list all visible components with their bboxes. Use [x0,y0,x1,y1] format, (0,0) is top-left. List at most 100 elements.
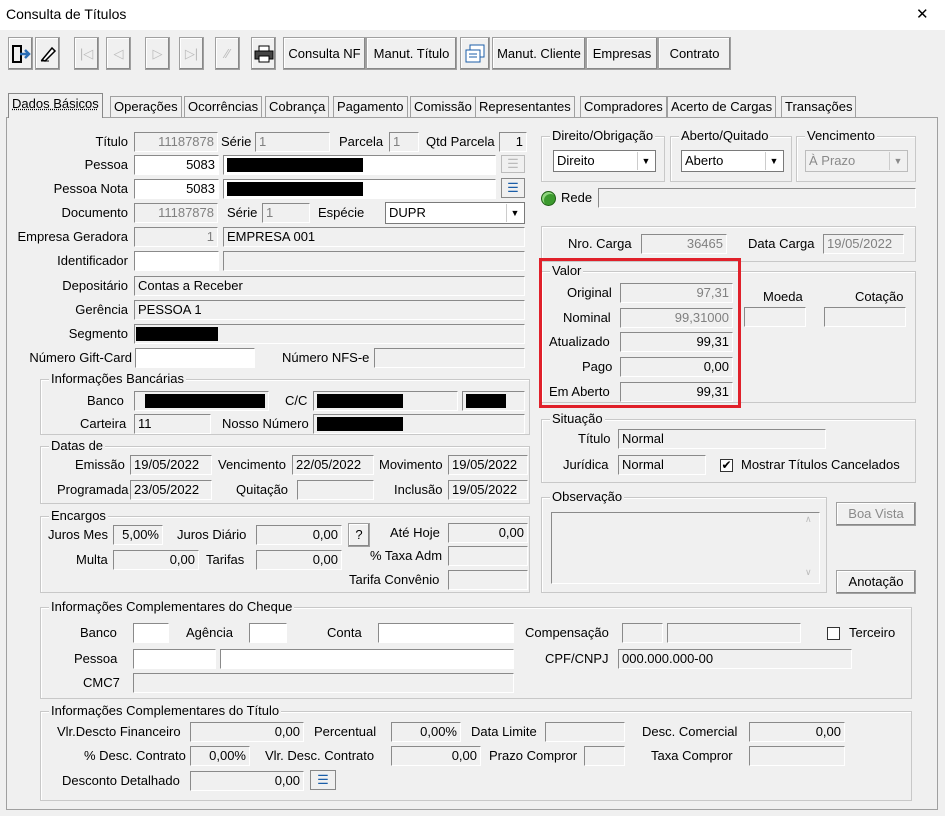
bank-banco-field[interactable] [134,391,269,411]
tab-pagamento[interactable]: Pagamento [333,96,408,117]
multa-field[interactable]: 0,00 [113,550,199,570]
prazo-compror-field[interactable] [584,746,625,766]
taxa-compror-field[interactable] [749,746,845,766]
tab-dados-basicos[interactable]: Dados Básicos [8,93,103,118]
desc-detalhado-field[interactable]: 0,00 [190,771,304,791]
qtd-parcela-field[interactable]: 1 [499,132,527,152]
parcela-field[interactable]: 1 [389,132,419,152]
desc-detalhado-list-icon[interactable]: ☰ [310,770,336,790]
juros-diario-field[interactable]: 0,00 [256,525,342,545]
data-carga-field[interactable]: 19/05/2022 [823,234,904,254]
anotacao-button[interactable]: Anotação [836,570,916,594]
giftcard-input[interactable] [135,348,255,368]
cheque-banco-input[interactable] [133,623,169,643]
serie-field[interactable]: 1 [255,132,330,152]
observacao-textarea[interactable] [551,512,820,584]
identificador-input[interactable] [134,251,219,271]
identificador-desc-field[interactable] [223,251,525,271]
nro-carga-field[interactable]: 36465 [641,234,727,254]
tab-operacoes[interactable]: Operações [110,96,182,117]
contrato-button[interactable]: Contrato [658,37,731,70]
scroll-down-icon[interactable]: ∨ [805,567,812,578]
manut-titulo-button[interactable]: Manut. Título [366,37,457,70]
cheque-pessoa-name-input[interactable] [220,649,514,669]
pct-desc-contrato-field[interactable]: 0,00% [190,746,250,766]
pessoa-nota-list-icon[interactable]: ☰ [501,178,525,198]
tab-ocorrencias[interactable]: Ocorrências [184,96,263,117]
print-button[interactable] [251,37,276,70]
vlr-desc-contrato-field[interactable]: 0,00 [391,746,481,766]
compensacao-name-field[interactable] [667,623,801,643]
empresa-name-field[interactable]: EMPRESA 001 [223,227,525,247]
cotacao-field[interactable] [824,307,906,327]
quitacao-field[interactable] [297,480,374,500]
tab-cobranca[interactable]: Cobrança [265,96,330,117]
especie-select[interactable]: DUPR ▼ [385,202,525,224]
cpf-cnpj-field[interactable]: 000.000.000-00 [618,649,852,669]
juros-mes-field[interactable]: 5,00% [113,525,163,545]
manut-form-button[interactable] [460,37,490,70]
tarifas-field[interactable]: 0,00 [256,550,342,570]
tab-acerto-cargas[interactable]: Acerto de Cargas [667,96,777,117]
pessoa-nota-code-input[interactable]: 5083 [134,179,219,199]
prev-record-button[interactable]: ◁ [106,37,131,70]
cmc7-field[interactable] [133,673,514,693]
pessoa-name-input[interactable] [223,155,496,175]
data-limite-field[interactable] [545,722,625,742]
desc-comercial-field[interactable]: 0,00 [749,722,845,742]
segmento-field[interactable] [134,324,525,344]
percentual-field[interactable]: 0,00% [391,722,461,742]
tab-representantes[interactable]: Representantes [475,96,575,117]
exit-button[interactable] [8,37,33,70]
tab-comissao[interactable]: Comissão [410,96,476,117]
aberto-select[interactable]: Aberto ▼ [681,150,784,172]
pessoa-list-icon[interactable]: ☰ [501,155,525,173]
ate-hoje-field[interactable]: 0,00 [448,523,528,543]
next-record-button[interactable]: ▷ [145,37,170,70]
carteira-field[interactable]: 11 [134,414,211,434]
cheque-agencia-input[interactable] [249,623,287,643]
taxa-adm-field[interactable] [448,546,528,566]
vencimento-select[interactable]: À Prazo ▼ [805,150,908,172]
help-button[interactable]: ? [348,523,370,547]
bank-cc-field[interactable] [313,391,458,411]
titulo-field[interactable]: 11187878 [134,132,218,152]
scroll-up-icon[interactable]: ∧ [805,514,812,525]
cheque-conta-input[interactable] [378,623,514,643]
tab-compradores[interactable]: Compradores [580,96,667,117]
inclusao-field[interactable]: 19/05/2022 [448,480,528,500]
manut-cliente-button[interactable]: Manut. Cliente [492,37,586,70]
first-record-button[interactable]: |◁ [74,37,99,70]
movimento-field[interactable]: 19/05/2022 [448,455,528,475]
nfse-field[interactable] [374,348,525,368]
situacao-titulo-field[interactable]: Normal [618,429,826,449]
consulta-nf-button[interactable]: Consulta NF [283,37,366,70]
pessoa-code-input[interactable]: 5083 [134,155,219,175]
situacao-juridica-field[interactable]: Normal [618,455,706,475]
emissao-field[interactable]: 19/05/2022 [130,455,212,475]
programada-field[interactable]: 23/05/2022 [130,480,212,500]
empresas-button[interactable]: Empresas [586,37,658,70]
search-record-button[interactable]: ⁄⁄ [215,37,240,70]
tab-transacoes[interactable]: Transações [781,96,857,117]
compensacao-code-field[interactable] [622,623,663,643]
eraser-button[interactable] [35,37,60,70]
depositario-field[interactable]: Contas a Receber [134,276,525,296]
gerencia-field[interactable]: PESSOA 1 [134,300,525,320]
cheque-pessoa-code-input[interactable] [133,649,216,669]
empresa-code-field[interactable]: 1 [134,227,218,247]
documento-field[interactable]: 11187878 [134,203,218,223]
terceiro-checkbox[interactable] [827,627,840,640]
vlr-desc-fin-field[interactable]: 0,00 [190,722,304,742]
serie2-field[interactable]: 1 [262,203,310,223]
bank-cc-digit-field[interactable] [462,391,525,411]
tarifa-convenio-field[interactable] [448,570,528,590]
moeda-field[interactable] [744,307,806,327]
mostrar-cancelados-checkbox[interactable]: ✔ [720,459,733,472]
close-icon[interactable]: ✕ [916,5,929,23]
pessoa-nota-name-input[interactable] [223,179,496,199]
nosso-numero-field[interactable] [313,414,525,434]
direito-select[interactable]: Direito ▼ [553,150,656,172]
last-record-button[interactable]: ▷| [179,37,204,70]
vencimento-field[interactable]: 22/05/2022 [292,455,374,475]
